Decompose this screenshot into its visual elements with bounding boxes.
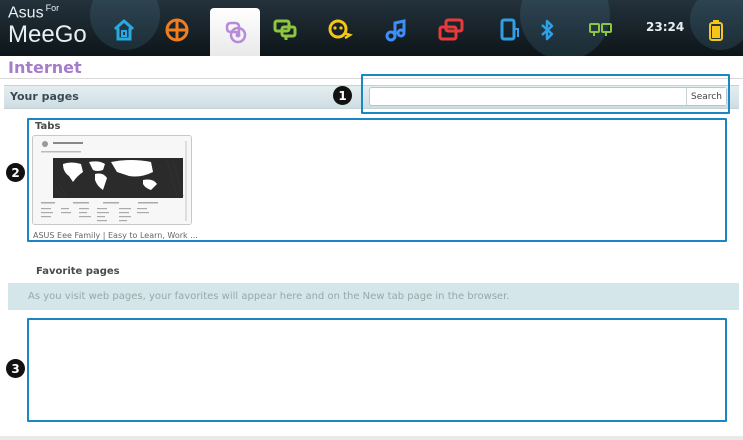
home-icon: [114, 19, 134, 41]
tabs-label: Tabs: [35, 121, 61, 132]
callout-2: 2: [6, 163, 25, 182]
battery-status[interactable]: [701, 10, 731, 50]
windows-tab[interactable]: [431, 10, 471, 50]
device-icon: [500, 18, 519, 41]
logo-line1: Asus: [8, 4, 44, 22]
device-tab[interactable]: [489, 10, 529, 50]
asus-meego-logo: Asus For MeeGo: [8, 4, 87, 47]
callout-1: 1: [333, 86, 352, 105]
internet-tab[interactable]: [210, 8, 260, 56]
tab-thumbnail[interactable]: [32, 135, 192, 225]
callout-3: 3: [6, 359, 25, 378]
highlight-frame-search: [361, 74, 730, 114]
internet-icon: [225, 21, 247, 44]
bluetooth-status[interactable]: [532, 10, 562, 50]
music-tab[interactable]: [376, 10, 416, 50]
people-tab[interactable]: [320, 10, 360, 50]
favorite-pages-label: Favorite pages: [36, 266, 120, 277]
music-icon: [385, 19, 406, 42]
windows-icon: [438, 18, 464, 41]
webpage-preview-icon: [33, 136, 191, 224]
logo-line1-suffix: For: [45, 3, 60, 13]
globe-grid-icon: [165, 18, 189, 42]
top-panel: Asus For MeeGo 23:24: [0, 0, 743, 56]
logo-line2: MeeGo: [8, 21, 87, 49]
people-icon: [328, 19, 353, 40]
chat-icon: [273, 19, 297, 40]
bluetooth-icon: [541, 19, 554, 41]
home-tab[interactable]: [104, 10, 144, 50]
chat-tab[interactable]: [265, 10, 305, 50]
favorites-empty-message: As you visit web pages, your favorites w…: [28, 291, 510, 302]
tab-thumbnail-caption[interactable]: ASUS Eee Family | Easy to Learn, Work ..…: [33, 231, 198, 240]
page-title: Internet: [8, 58, 82, 77]
applications-tab[interactable]: [157, 10, 197, 50]
highlight-frame-favorites: [27, 318, 727, 422]
battery-icon: [709, 20, 723, 41]
your-pages-label: Your pages: [10, 90, 79, 103]
network-icon: [589, 23, 612, 36]
network-status[interactable]: [584, 10, 618, 50]
clock: 23:24: [646, 20, 685, 34]
bottom-edge: [0, 436, 743, 440]
